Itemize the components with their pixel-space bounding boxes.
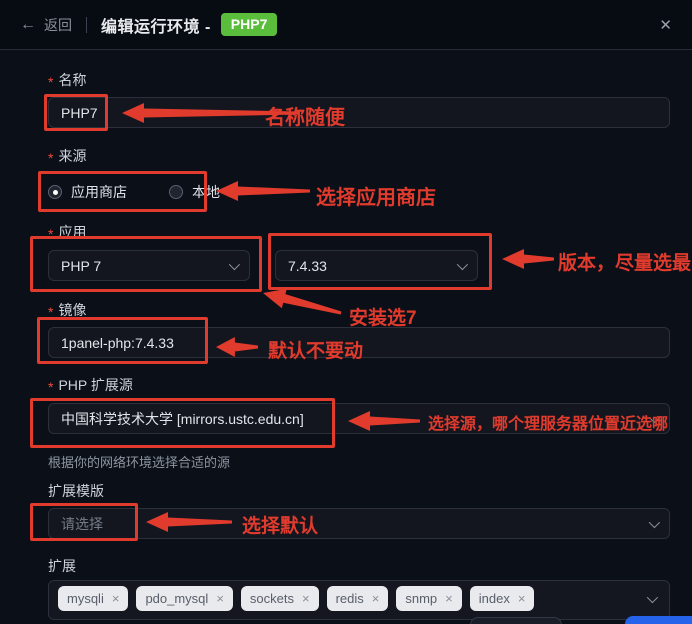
image-input[interactable]: 1panel-php:7.4.33 [48,327,670,358]
chevron-down-icon [456,258,469,270]
app-select[interactable]: PHP 7 [48,250,250,281]
edit-runtime-drawer: ← 返回 编辑运行环境 - PHP7 ✕ * 名称 PHP7 * 来源 应用商店… [0,0,692,624]
ext-source-helper: 根据你的网络环境选择合适的源 [48,455,231,470]
required-mark: * [48,226,54,242]
version-select[interactable]: 7.4.33 [275,250,478,281]
annotation-text-source: 选择应用商店 [316,187,436,209]
app-label: * 应用 [48,224,87,242]
drawer-title: 编辑运行环境 - [101,18,211,36]
drawer-header: ← 返回 编辑运行环境 - PHP7 ✕ [0,0,692,50]
extension-tag: mysqli × [58,586,129,611]
confirm-button-partial[interactable] [625,616,692,624]
tag-close-icon[interactable]: × [302,592,310,605]
back-arrow-icon: ← [20,15,36,33]
ext-source-select[interactable]: 中国科学技术大学 [mirrors.ustc.edu.cn] [48,403,670,434]
required-mark: * [48,304,54,320]
required-mark: * [48,150,54,166]
name-input[interactable]: PHP7 [48,97,670,128]
tag-close-icon[interactable]: × [445,592,453,605]
source-radio-group: 应用商店 本地 [48,182,220,202]
required-mark: * [48,379,54,395]
chevron-down-icon [648,516,661,528]
extension-tag: index × [469,586,535,611]
extension-tag: pdo_mysql × [136,586,233,611]
cancel-button-partial[interactable] [470,617,562,624]
template-select[interactable]: 请选择 [48,508,670,539]
ext-source-label: * PHP 扩展源 [48,377,133,395]
radio-selected-icon [48,185,62,199]
radio-local[interactable]: 本地 [169,182,220,202]
extension-tag: snmp × [396,586,462,611]
extensions-label: 扩展 [48,558,76,574]
radio-app-store[interactable]: 应用商店 [48,182,127,202]
radio-unselected-icon [169,185,183,199]
runtime-badge: PHP7 [220,13,278,36]
back-label: 返回 [44,16,72,33]
header-divider [86,16,87,33]
chevron-down-icon [228,258,241,270]
name-label: * 名称 [48,72,87,90]
source-label: * 来源 [48,148,87,166]
extension-tag: redis × [326,586,389,611]
tag-close-icon[interactable]: × [216,592,224,605]
annotation-text-version: 版本，尽量选最 [558,253,692,274]
template-label: 扩展模版 [48,483,104,499]
required-mark: * [48,74,54,90]
chevron-down-icon [648,411,661,423]
tag-close-icon[interactable]: × [518,592,526,605]
close-icon[interactable]: ✕ [659,16,672,34]
back-button[interactable]: ← 返回 [20,15,72,35]
tag-close-icon[interactable]: × [112,592,120,605]
chevron-down-icon [646,591,659,604]
tag-close-icon[interactable]: × [372,592,380,605]
annotation-text-install: 安装选7 [349,308,417,329]
extension-tag: sockets × [240,586,319,611]
extensions-multiselect[interactable]: mysqli × pdo_mysql × sockets × redis × s… [48,580,670,620]
image-label: * 镜像 [48,302,87,320]
